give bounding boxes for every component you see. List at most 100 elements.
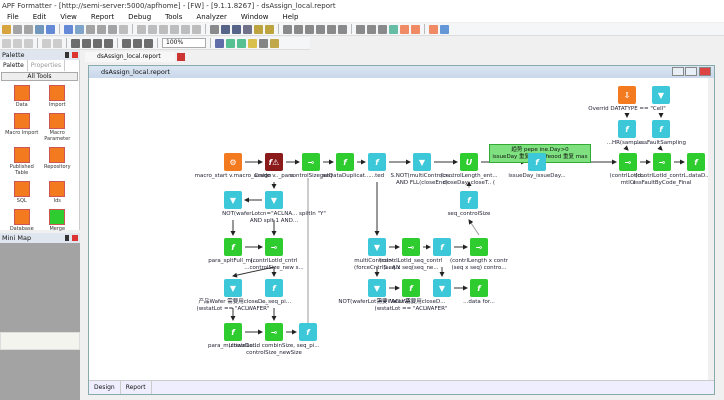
toolbar-button-icon[interactable]	[64, 24, 73, 34]
toolbar-button-icon[interactable]	[108, 24, 117, 34]
toolbar-button-icon[interactable]	[327, 24, 336, 34]
toolbar-button-icon[interactable]	[429, 24, 438, 34]
tab-properties[interactable]: Properties	[28, 60, 66, 71]
vertical-scrollbar[interactable]	[708, 78, 714, 381]
flow-node-cyan[interactable]: ▼	[368, 279, 386, 297]
flow-node-orange[interactable]: ⇩	[618, 86, 636, 104]
toolbar-button-icon[interactable]	[283, 24, 292, 34]
toolbar-button-icon[interactable]	[411, 24, 420, 34]
toolbar-button-icon[interactable]	[46, 24, 55, 34]
flow-node-green[interactable]: ⊸	[265, 323, 283, 341]
menu-item[interactable]: Debug	[121, 13, 158, 21]
toolbar-button-icon[interactable]	[93, 38, 102, 48]
palette-item[interactable]: Data	[4, 85, 40, 108]
flow-node-green[interactable]: f	[402, 279, 420, 297]
toolbar-button-icon[interactable]	[221, 24, 230, 34]
flow-node-red[interactable]: f⚠	[265, 153, 283, 171]
toolbar-button-icon[interactable]	[71, 38, 80, 48]
flow-node-cyan[interactable]: ▼	[368, 238, 386, 256]
palette-item[interactable]: Import	[40, 85, 76, 108]
menu-item[interactable]: View	[53, 13, 84, 21]
flow-node-green[interactable]: U	[460, 153, 478, 171]
toolbar-button-icon[interactable]	[133, 38, 142, 48]
toolbar-button-icon[interactable]	[75, 24, 84, 34]
document-tab[interactable]: dsAssign_local.report	[85, 52, 185, 62]
flow-node-cyan[interactable]: ▼	[224, 191, 242, 209]
flow-node-cyan[interactable]: f	[368, 153, 386, 171]
minimap[interactable]	[0, 243, 80, 400]
toolbar-button-icon[interactable]	[400, 24, 409, 34]
toolbar-button-icon[interactable]	[294, 24, 303, 34]
flow-node-green[interactable]: f	[224, 238, 242, 256]
flow-node-cyan[interactable]: ▼	[652, 86, 670, 104]
palette-item[interactable]: Macro Import	[4, 113, 40, 142]
flow-node-green[interactable]: f	[336, 153, 354, 171]
toolbar-button-icon[interactable]	[270, 38, 279, 48]
flow-node-green[interactable]: ⊸	[402, 238, 420, 256]
toolbar-button-icon[interactable]	[378, 24, 387, 34]
flow-node-cyan[interactable]: ▼	[265, 191, 283, 209]
toolbar-button-icon[interactable]	[215, 38, 224, 48]
flow-node-green[interactable]: ⊸	[619, 153, 637, 171]
tab-report[interactable]: Report	[121, 381, 152, 394]
all-tools-button[interactable]: All Tools	[1, 72, 78, 81]
flow-node-green[interactable]: ⊸	[470, 238, 488, 256]
flow-node-cyan[interactable]: f	[618, 120, 636, 138]
flow-node-cyan[interactable]: ▼	[413, 153, 431, 171]
toolbar-button-icon[interactable]	[316, 24, 325, 34]
toolbar-button-icon[interactable]	[237, 38, 246, 48]
flow-node-cyan[interactable]: f	[265, 279, 283, 297]
menu-item[interactable]: Report	[84, 13, 121, 21]
minimize-button[interactable]	[672, 67, 684, 76]
toolbar-button-icon[interactable]	[122, 38, 131, 48]
toolbar-button-icon[interactable]	[243, 24, 252, 34]
menu-item[interactable]: Analyzer	[189, 13, 233, 21]
flow-node-cyan[interactable]: f	[299, 323, 317, 341]
flow-node-green[interactable]: f	[687, 153, 705, 171]
toolbar-button-icon[interactable]	[259, 38, 268, 48]
palette-item[interactable]: Repository	[40, 147, 76, 176]
toolbar-button-icon[interactable]	[24, 24, 33, 34]
toolbar-button-icon[interactable]	[2, 24, 11, 34]
toolbar-button-icon[interactable]	[181, 24, 190, 34]
toolbar-button-icon[interactable]	[232, 24, 241, 34]
pin-icon[interactable]	[65, 52, 69, 58]
menu-item[interactable]: File	[0, 13, 26, 21]
toolbar-button-icon[interactable]	[2, 38, 11, 48]
pin-icon[interactable]	[65, 235, 69, 241]
toolbar-button-icon[interactable]	[254, 24, 263, 34]
tab-design[interactable]: Design	[89, 381, 121, 394]
flow-node-cyan[interactable]: ▼	[224, 279, 242, 297]
flow-node-green[interactable]: f	[224, 323, 242, 341]
toolbar-button-icon[interactable]	[226, 38, 235, 48]
toolbar-button-icon[interactable]	[389, 24, 398, 34]
flow-node-green[interactable]: f	[470, 279, 488, 297]
toolbar-button-icon[interactable]	[86, 24, 95, 34]
flow-node-orange[interactable]: ⚙	[224, 153, 242, 171]
toolbar-button-icon[interactable]	[13, 38, 22, 48]
tab-palette[interactable]: Palette	[0, 60, 28, 71]
palette-item[interactable]: Macro Parameter	[40, 113, 76, 142]
toolbar-button-icon[interactable]	[119, 24, 128, 34]
toolbar-button-icon[interactable]	[367, 24, 376, 34]
flow-node-cyan[interactable]: f	[528, 153, 546, 171]
toolbar-button-icon[interactable]	[170, 24, 179, 34]
palette-item[interactable]: Ids	[40, 181, 76, 204]
palette-item[interactable]: Merge	[40, 209, 76, 232]
flow-node-green[interactable]: ⊸	[302, 153, 320, 171]
flow-node-cyan[interactable]: f	[433, 238, 451, 256]
palette-item[interactable]: Database	[4, 209, 40, 232]
toolbar-button-icon[interactable]	[338, 24, 347, 34]
toolbar-button-icon[interactable]	[356, 24, 365, 34]
toolbar-button-icon[interactable]	[104, 38, 113, 48]
flow-node-cyan[interactable]: f	[460, 191, 478, 209]
toolbar-button-icon[interactable]	[42, 38, 51, 48]
toolbar-button-icon[interactable]	[148, 24, 157, 34]
flow-canvas[interactable]: 趋势 pepe ine.Day>0issueDay 重复 min, feood …	[89, 78, 714, 381]
toolbar-button-icon[interactable]	[82, 38, 91, 48]
palette-item[interactable]: Published Table	[4, 147, 40, 176]
menu-item[interactable]: Help	[275, 13, 305, 21]
toolbar-button-icon[interactable]	[192, 24, 201, 34]
flow-node-green[interactable]: ⊸	[265, 238, 283, 256]
toolbar-button-icon[interactable]	[144, 38, 153, 48]
